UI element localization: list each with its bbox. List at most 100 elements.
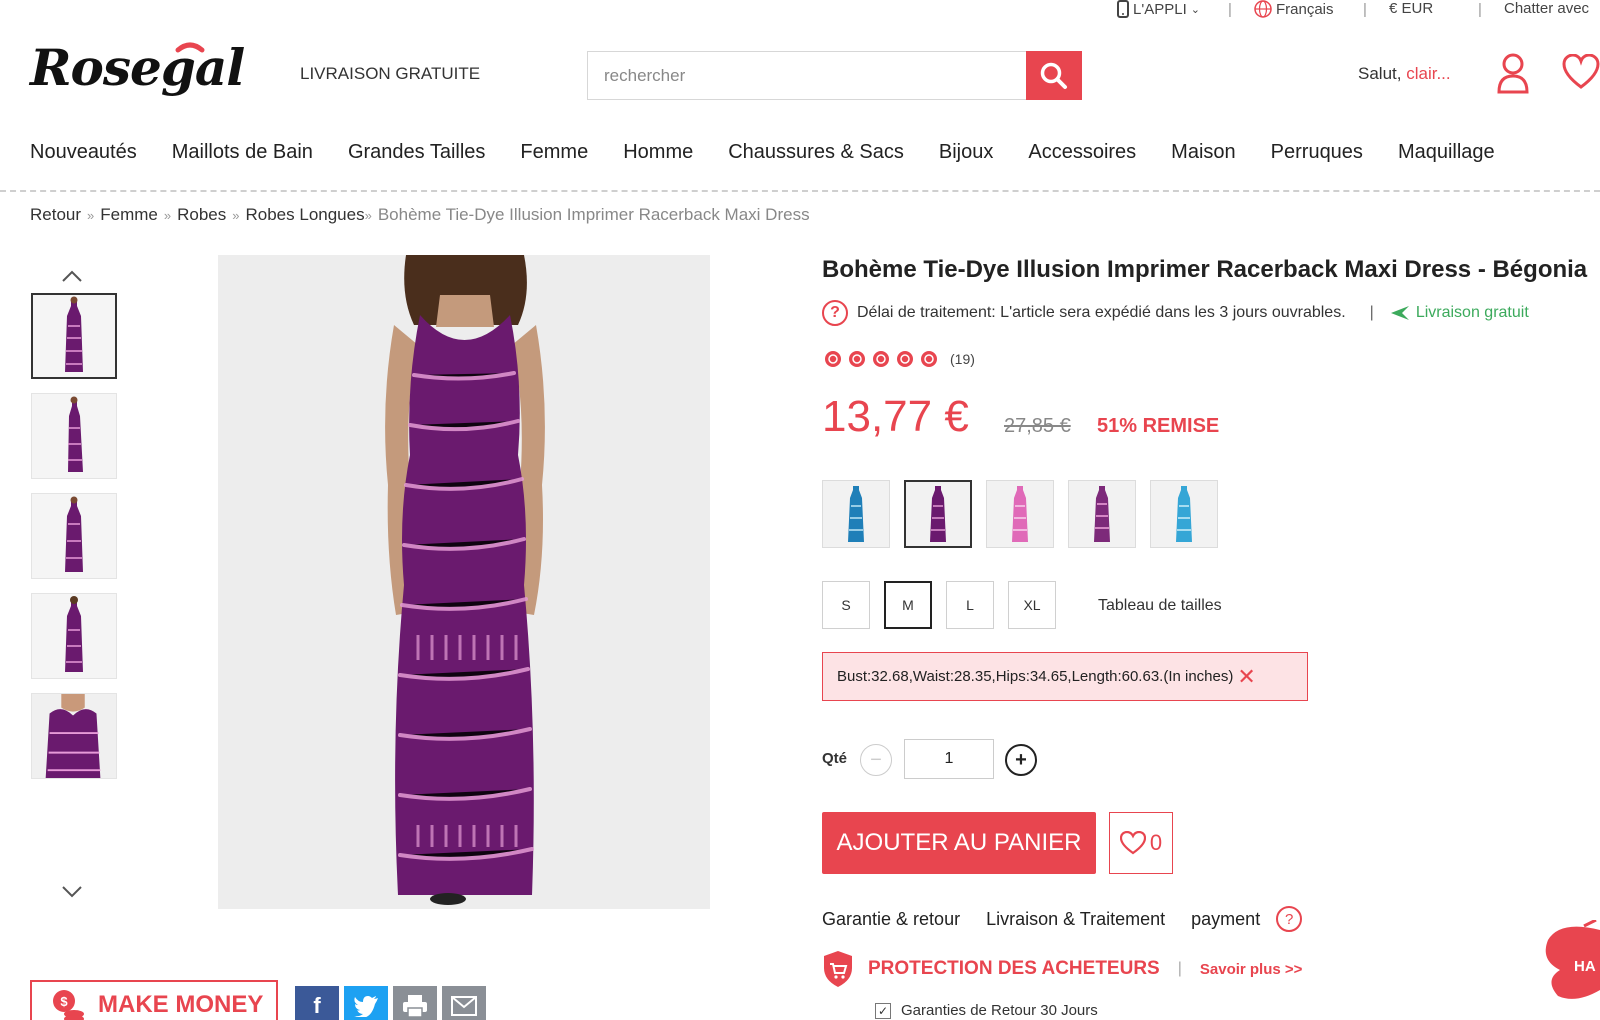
size-chart-link[interactable]: Tableau de tailles xyxy=(1098,597,1222,615)
protection-separator: | xyxy=(1177,960,1182,977)
quantity-input[interactable]: 1 xyxy=(904,739,994,779)
wishlist-heart-icon[interactable] xyxy=(1562,54,1600,90)
add-to-wishlist-button[interactable]: 0 xyxy=(1109,812,1173,874)
greeting-label: Salut, xyxy=(1358,64,1402,83)
nav-item-wigs[interactable]: Perruques xyxy=(1271,141,1363,164)
size-option-xl[interactable]: XL xyxy=(1008,581,1056,629)
free-delivery-link[interactable]: Livraison gratuit xyxy=(1390,304,1529,322)
main-nav: Nouveautés Maillots de Bain Grandes Tail… xyxy=(30,141,1530,164)
dress-model-image xyxy=(218,255,710,909)
help-question-icon[interactable]: ? xyxy=(822,300,848,326)
help-question-icon[interactable]: ? xyxy=(1276,906,1303,932)
dress-closeup-thumbnail-image xyxy=(32,694,116,778)
color-option-pink[interactable] xyxy=(986,480,1054,548)
nav-item-men[interactable]: Homme xyxy=(623,141,693,164)
color-option-sky-blue[interactable] xyxy=(1150,480,1218,548)
checkbox-icon: ✓ xyxy=(875,1002,891,1019)
username-label: clair... xyxy=(1406,64,1451,83)
return-guarantee: ✓ Garanties de Retour 30 Jours xyxy=(875,1002,1098,1019)
user-icon[interactable] xyxy=(1496,52,1530,94)
guarantee-text: Garanties de Retour 30 Jours xyxy=(901,1002,1098,1019)
processing-info: ? Délai de traitement: L'article sera ex… xyxy=(822,300,1529,326)
rose-star-icon xyxy=(873,351,889,367)
tab-guarantee-return[interactable]: Garantie & retour xyxy=(822,909,960,930)
side-promo-badge[interactable]: HA xyxy=(1540,918,1600,1004)
learn-more-link[interactable]: Savoir plus >> xyxy=(1200,961,1303,978)
nav-divider xyxy=(0,190,1600,193)
color-option-purple[interactable] xyxy=(904,480,972,548)
breadcrumb: Retour» Femme» Robes» Robes Longues» Bohème … xyxy=(30,205,810,224)
rose-star-icon xyxy=(921,351,937,367)
thumbnail-4[interactable] xyxy=(31,593,117,679)
dress-back-thumbnail-image xyxy=(65,596,83,672)
size-option-l[interactable]: L xyxy=(946,581,994,629)
search-button[interactable] xyxy=(1026,51,1082,100)
side-badge-label: HA xyxy=(1574,958,1596,975)
main-product-image[interactable] xyxy=(218,255,710,909)
thumbnail-1[interactable] xyxy=(31,293,117,379)
rating[interactable]: (19) xyxy=(822,349,975,369)
phone-icon xyxy=(1117,0,1129,18)
app-download-link[interactable]: L'APPLI ⌄ xyxy=(1117,0,1200,18)
tab-payment[interactable]: payment xyxy=(1191,909,1260,930)
wishlist-count: 0 xyxy=(1149,830,1163,855)
nav-item-new[interactable]: Nouveautés xyxy=(30,141,137,164)
chat-link[interactable]: Chatter avec xyxy=(1504,0,1589,17)
size-option-m[interactable]: M xyxy=(884,581,932,629)
nav-item-accessories[interactable]: Accessoires xyxy=(1028,141,1136,164)
facebook-icon: f xyxy=(313,993,321,1018)
nav-item-plus-size[interactable]: Grandes Tailles xyxy=(348,141,485,164)
nav-item-women[interactable]: Femme xyxy=(520,141,588,164)
tab-delivery-processing[interactable]: Livraison & Traitement xyxy=(986,909,1165,930)
close-icon[interactable]: ✕ xyxy=(1237,665,1255,688)
size-measurements-box: Bust:32.68,Waist:28.35,Hips:34.65,Length… xyxy=(822,652,1308,701)
add-to-cart-button[interactable]: AJOUTER AU PANIER xyxy=(822,812,1096,874)
color-option-purple-alt[interactable] xyxy=(1068,480,1136,548)
chevron-up-icon[interactable] xyxy=(60,268,84,284)
breadcrumb-dresses[interactable]: Robes xyxy=(177,205,226,224)
dress-front-thumbnail-image xyxy=(65,496,83,572)
dress-thumbnail-image xyxy=(65,296,83,372)
size-option-s[interactable]: S xyxy=(822,581,870,629)
dress-blue-swatch-image xyxy=(848,486,864,542)
quantity-label: Qté xyxy=(822,750,848,767)
thumbnail-3[interactable] xyxy=(31,493,117,579)
search-icon xyxy=(1040,62,1067,89)
language-selector[interactable]: Français xyxy=(1254,0,1334,18)
chevron-down-icon[interactable] xyxy=(60,884,84,900)
free-shipping-banner: LIVRAISON GRATUITE xyxy=(300,64,481,83)
breadcrumb-back[interactable]: Retour xyxy=(30,205,81,224)
quantity-decrease-button[interactable]: − xyxy=(860,744,892,776)
nav-item-makeup[interactable]: Maquillage xyxy=(1398,141,1495,164)
dress-side-thumbnail-image xyxy=(68,396,83,472)
search-input[interactable]: rechercher xyxy=(587,51,1027,100)
print-icon xyxy=(403,995,427,1018)
discount-badge: 51% REMISE xyxy=(1097,415,1220,437)
breadcrumb-women[interactable]: Femme xyxy=(100,205,158,224)
current-price: 13,77 € xyxy=(822,392,969,441)
nav-item-swimwear[interactable]: Maillots de Bain xyxy=(172,141,313,164)
print-button[interactable] xyxy=(393,986,437,1020)
thumbnail-5[interactable] xyxy=(31,693,117,779)
logo[interactable]: Rosegal xyxy=(30,36,270,114)
original-price: 27,85 € xyxy=(1004,415,1071,437)
currency-selector[interactable]: € EUR xyxy=(1389,0,1433,17)
plane-icon xyxy=(1390,306,1409,320)
facebook-share-button[interactable]: f xyxy=(295,986,339,1020)
twitter-share-button[interactable] xyxy=(344,986,388,1020)
user-greeting[interactable]: Salut, clair... xyxy=(1358,64,1451,84)
nav-item-home[interactable]: Maison xyxy=(1171,141,1235,164)
top-bar: L'APPLI ⌄ | Français | € EUR | Chatter a… xyxy=(0,0,1600,22)
svg-text:$: $ xyxy=(60,994,68,1009)
quantity-increase-button[interactable]: + xyxy=(1005,744,1037,776)
color-option-blue[interactable] xyxy=(822,480,890,548)
nav-item-shoes-bags[interactable]: Chaussures & Sacs xyxy=(728,141,904,164)
thumbnail-2[interactable] xyxy=(31,393,117,479)
email-share-button[interactable] xyxy=(442,986,486,1020)
review-count: (19) xyxy=(950,351,975,367)
breadcrumb-long-dresses[interactable]: Robes Longues xyxy=(246,205,365,224)
nav-item-jewelry[interactable]: Bijoux xyxy=(939,141,993,164)
dress-purple-swatch-image xyxy=(930,486,946,542)
free-delivery-label: Livraison gratuit xyxy=(1415,304,1529,321)
make-money-banner[interactable]: $ MAKE MONEY xyxy=(30,980,278,1020)
